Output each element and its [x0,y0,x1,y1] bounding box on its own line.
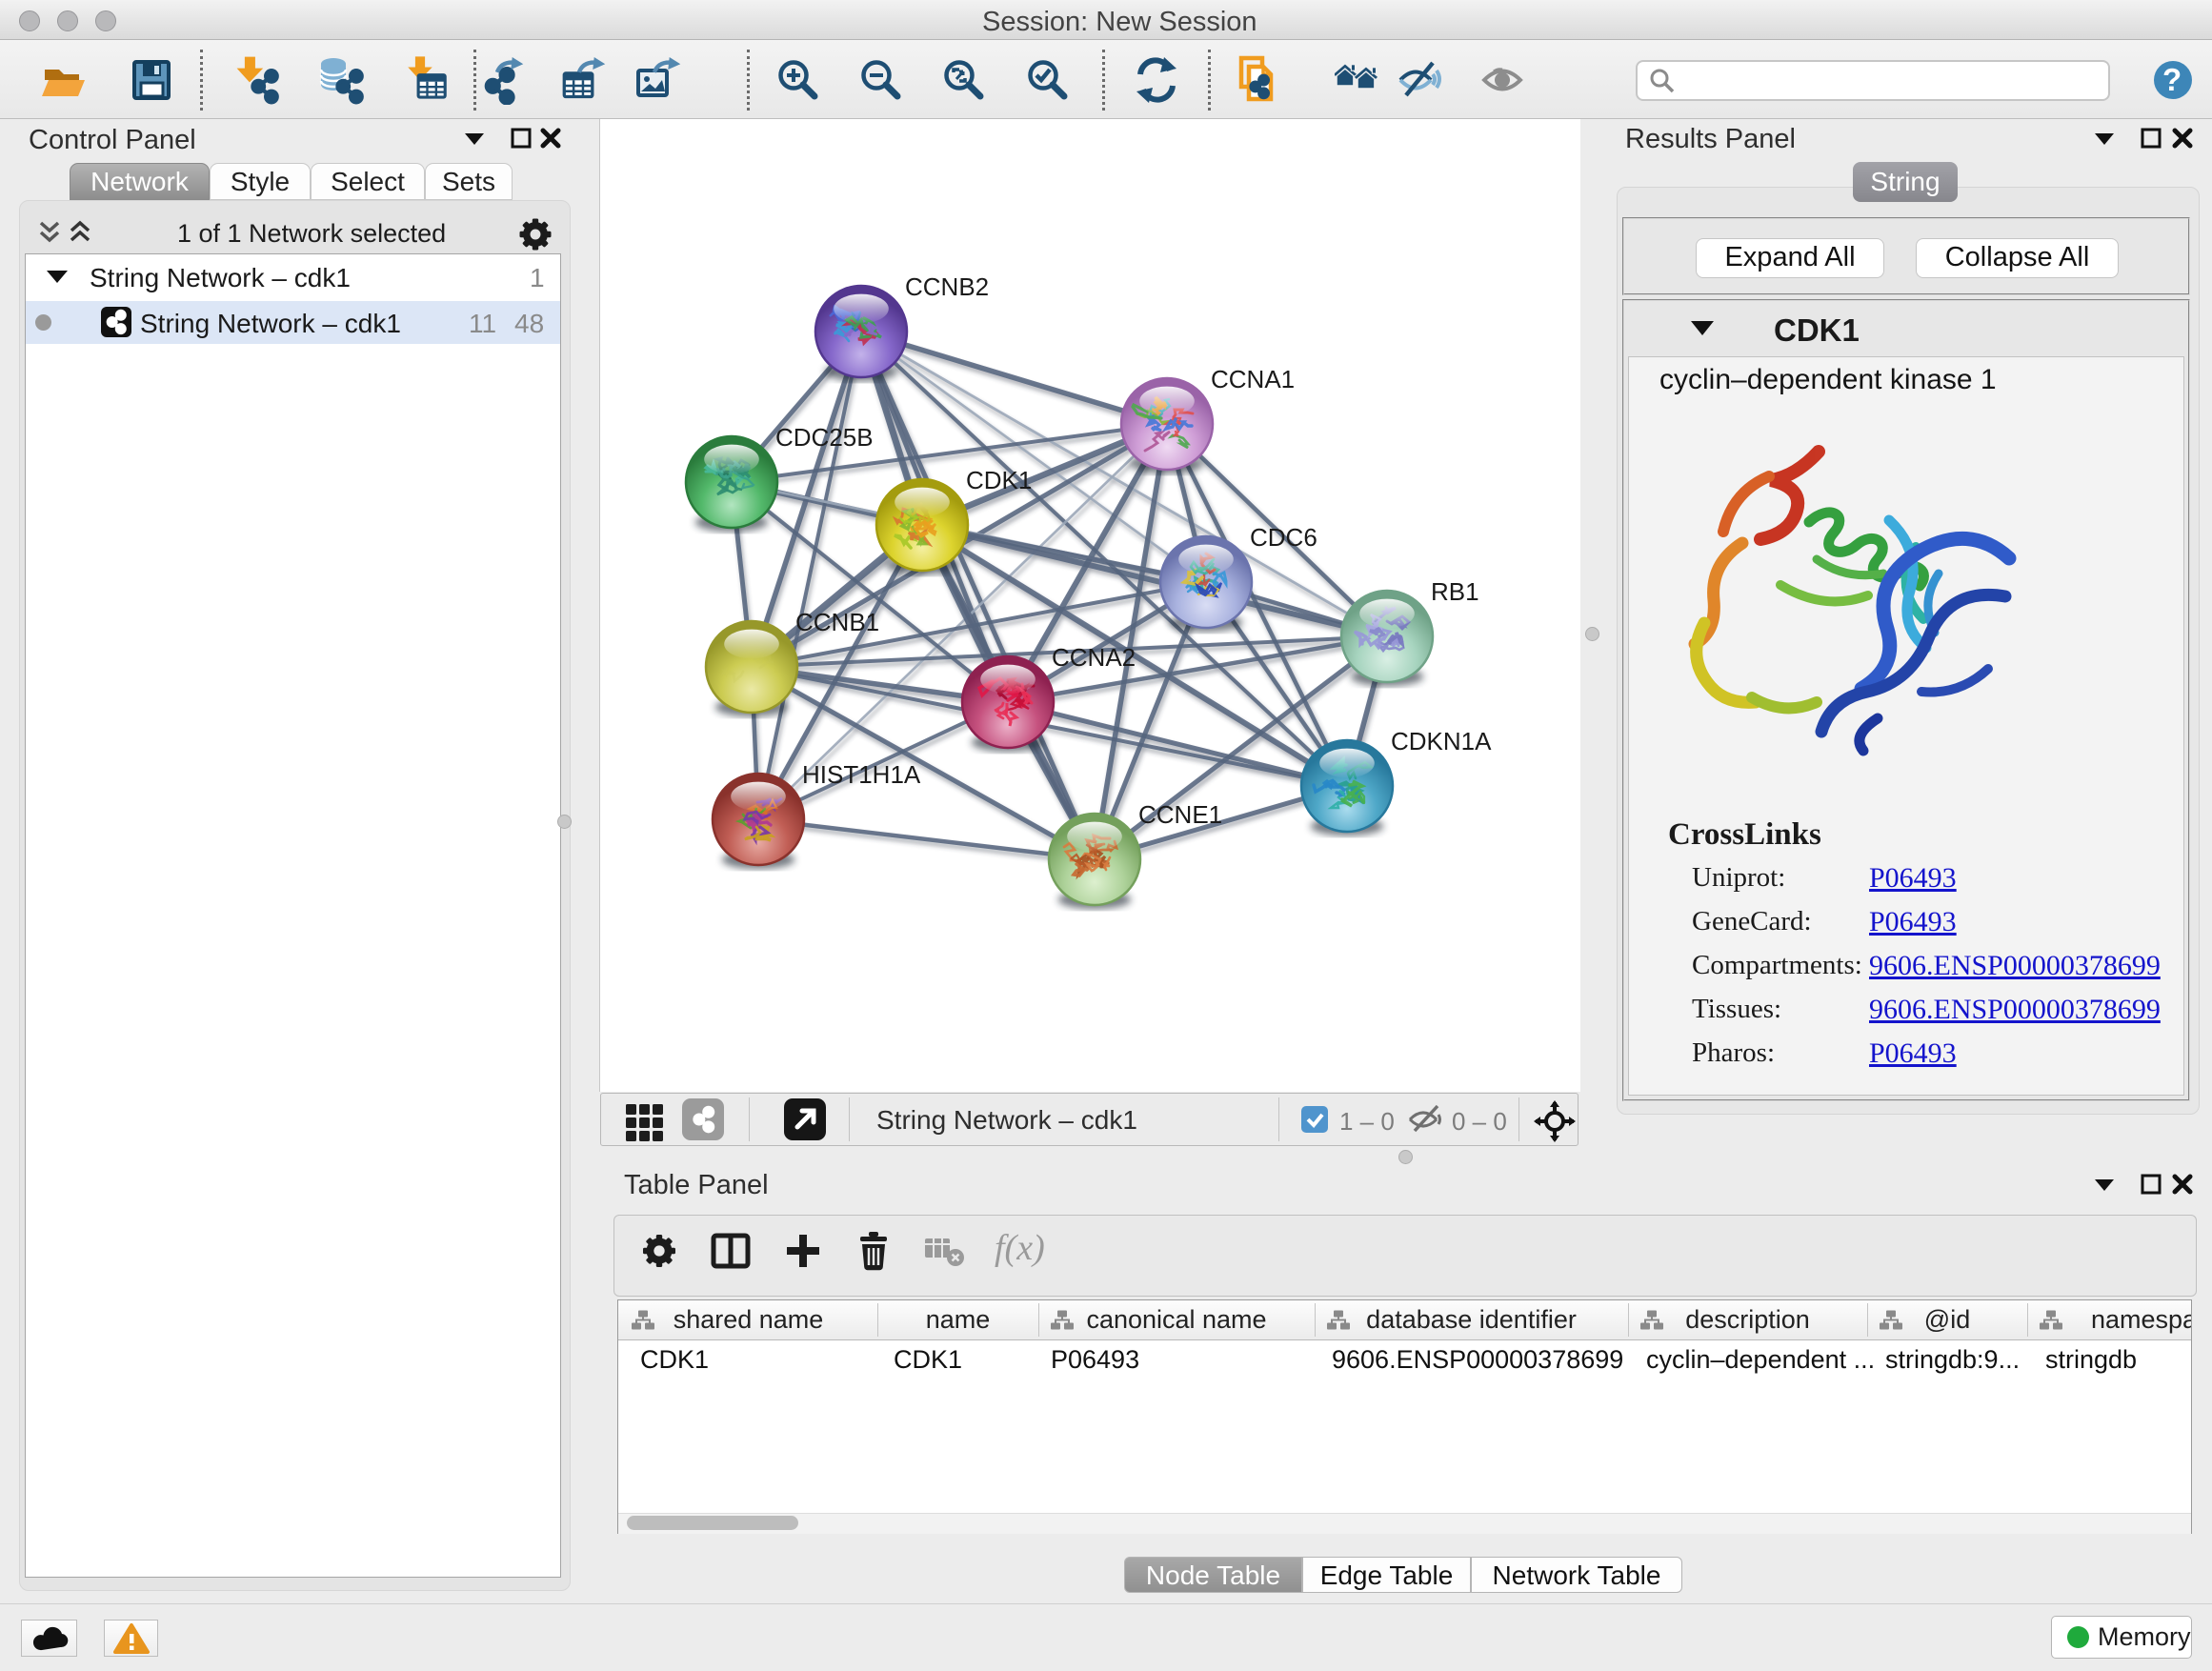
svg-text:CCNB2: CCNB2 [905,272,989,301]
svg-text:CCNA1: CCNA1 [1211,365,1295,393]
svg-text:CDKN1A: CDKN1A [1391,727,1492,755]
svg-text:CDC6: CDC6 [1250,523,1317,552]
svg-text:CCNB1: CCNB1 [795,608,879,636]
svg-text:RB1: RB1 [1431,577,1479,606]
svg-text:HIST1H1A: HIST1H1A [802,760,921,789]
svg-text:CDC25B: CDC25B [775,423,874,452]
svg-text:CCNA2: CCNA2 [1052,643,1136,672]
svg-text:CDK1: CDK1 [966,466,1032,494]
svg-text:CCNE1: CCNE1 [1138,800,1222,829]
